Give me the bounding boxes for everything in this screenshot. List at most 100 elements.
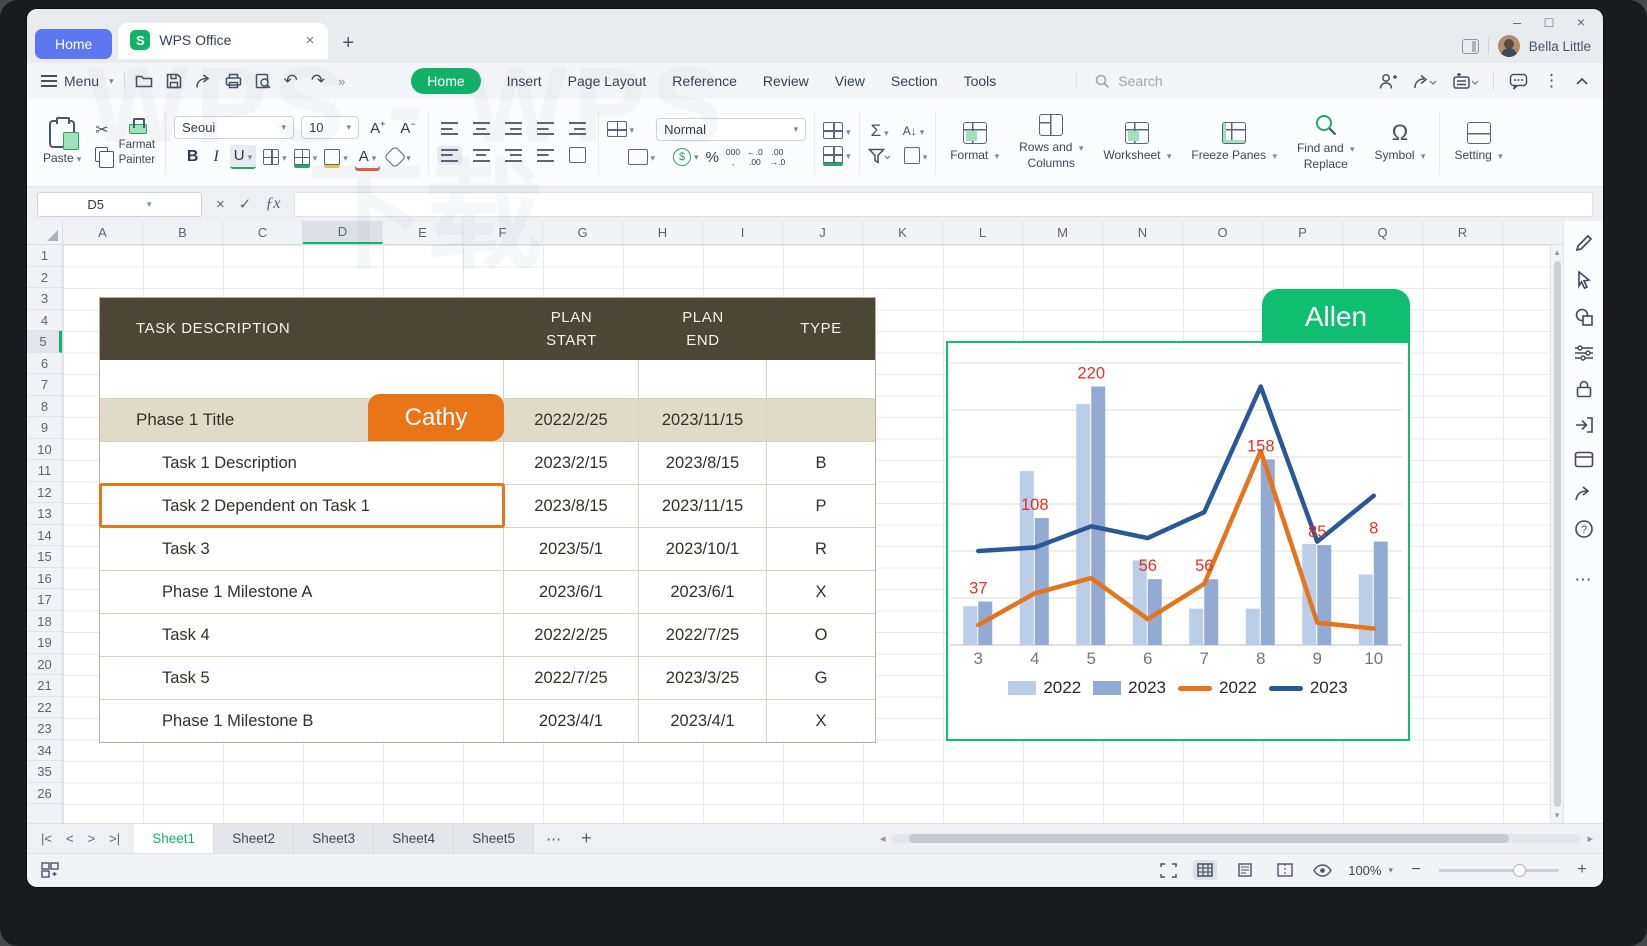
user-avatar[interactable] — [1498, 35, 1520, 57]
table-row[interactable]: Task 32023/5/12023/10/1R — [100, 527, 875, 570]
cell-plan-end[interactable]: 2022/7/25 — [639, 614, 767, 656]
more-options-icon[interactable]: ⋮ — [1543, 71, 1560, 91]
close-tab-icon[interactable]: × — [304, 32, 317, 49]
export-icon[interactable] — [195, 73, 212, 89]
help-icon[interactable]: ? — [1574, 519, 1594, 539]
merge-center-button[interactable]: ▾ — [607, 120, 635, 138]
worksheet-button[interactable]: Worksheet ▾ — [1097, 122, 1177, 164]
ribbon-tab-section[interactable]: Section — [891, 73, 938, 89]
row-header-22[interactable]: 22 — [27, 697, 62, 719]
prev-sheet-icon[interactable]: < — [66, 831, 74, 846]
adjust-sliders-icon[interactable] — [1574, 344, 1594, 362]
row-header-19[interactable]: 19 — [27, 632, 62, 654]
row-header-20[interactable]: 20 — [27, 654, 62, 676]
row-header-6[interactable]: 6 — [27, 353, 62, 375]
ribbon-tab-page-layout[interactable]: Page Layout — [568, 73, 647, 89]
align-center-button[interactable] — [469, 146, 494, 165]
formula-input[interactable] — [294, 192, 1593, 217]
column-header-Q[interactable]: Q — [1343, 221, 1423, 244]
column-header-P[interactable]: P — [1263, 221, 1343, 244]
row-header-4[interactable]: 4 — [27, 310, 62, 332]
row-header-9[interactable]: 9 — [27, 417, 62, 439]
cut-button[interactable]: ✂ — [95, 123, 108, 139]
horizontal-scrollbar[interactable]: ◂ ▸ — [880, 832, 1603, 845]
scroll-up-icon[interactable]: ▴ — [1555, 247, 1560, 258]
page-layout-view-button[interactable] — [1233, 860, 1257, 880]
ribbon-tab-reference[interactable]: Reference — [672, 73, 737, 89]
italic-button[interactable]: I — [209, 146, 222, 168]
maximize-button[interactable]: □ — [1541, 14, 1557, 30]
vertical-scrollbar[interactable]: ▴ ▾ — [1550, 245, 1563, 823]
sheet-tab-sheet2[interactable]: Sheet2 — [214, 824, 294, 853]
decrease-font-size-button[interactable]: A− — [396, 117, 419, 139]
setting-button[interactable]: Setting ▾ — [1448, 122, 1508, 164]
format-painter-button[interactable]: Farmat Painter — [117, 118, 157, 167]
cell-name-box[interactable]: D5 ▾ — [37, 192, 202, 217]
zoom-slider[interactable] — [1439, 869, 1559, 872]
column-header-J[interactable]: J — [783, 221, 863, 244]
table-row[interactable]: Phase 1 Milestone B2023/4/12023/4/1X — [100, 699, 875, 742]
column-header-F[interactable]: F — [463, 221, 543, 244]
autosum-button[interactable]: Σ▾ — [871, 121, 889, 141]
cell-type[interactable]: X — [767, 700, 875, 742]
row-header-3[interactable]: 3 — [27, 288, 62, 310]
row-header-23[interactable]: 23 — [27, 718, 62, 740]
cell-type[interactable]: G — [767, 657, 875, 699]
cell-task-description[interactable]: Task 5 — [100, 657, 504, 699]
column-header-G[interactable]: G — [543, 221, 623, 244]
zoom-in-button[interactable]: + — [1575, 861, 1589, 879]
table-row-blank[interactable] — [100, 360, 875, 398]
share-icon[interactable] — [1413, 73, 1437, 90]
align-left-button[interactable] — [437, 146, 462, 165]
edit-pen-icon[interactable] — [1574, 233, 1594, 253]
sheet-list-icon[interactable]: ⋯ — [534, 830, 575, 848]
redo-icon[interactable]: ↷ — [311, 71, 325, 91]
switch-windows-icon[interactable] — [41, 862, 59, 878]
row-header-35[interactable]: 35 — [27, 761, 62, 783]
print-preview-icon[interactable] — [255, 73, 271, 89]
align-middle-button[interactable] — [469, 119, 494, 138]
lock-icon[interactable] — [1575, 379, 1593, 399]
horizontal-scroll-thumb[interactable] — [909, 834, 1509, 843]
ribbon-tab-tools[interactable]: Tools — [964, 73, 997, 89]
cell-plan-start[interactable]: 2023/2/15 — [504, 442, 639, 484]
ribbon-tab-review[interactable]: Review — [763, 73, 809, 89]
collapse-ribbon-icon[interactable] — [1575, 77, 1589, 86]
side-panel-toggle-icon[interactable] — [1462, 39, 1479, 54]
cell-style-select[interactable]: Normal▾ — [656, 118, 806, 141]
cell-type[interactable]: B — [767, 442, 875, 484]
sidebar-more-icon[interactable]: ⋯ — [1575, 570, 1593, 590]
scroll-right-icon[interactable]: ▸ — [1587, 832, 1593, 845]
grid-canvas[interactable]: TASK DESCRIPTION PLAN START PLAN END TYP… — [63, 245, 1550, 823]
filter-button[interactable] — [868, 148, 890, 164]
column-header-I[interactable]: I — [703, 221, 783, 244]
font-name-select[interactable]: Seoui▾ — [174, 116, 294, 139]
conditional-formatting-button[interactable]: ▾ — [823, 122, 851, 140]
row-header-13[interactable]: 13 — [27, 503, 62, 525]
column-header-C[interactable]: C — [223, 221, 303, 244]
wrap-text-button[interactable] — [565, 144, 590, 166]
align-top-button[interactable] — [437, 119, 462, 138]
share-curve-icon[interactable] — [1574, 485, 1594, 502]
cancel-entry-button[interactable]: × — [216, 196, 225, 213]
undo-icon[interactable]: ↶ — [284, 71, 298, 91]
font-size-select[interactable]: 10▾ — [301, 116, 359, 139]
zoom-out-button[interactable]: − — [1409, 861, 1423, 879]
sheet-tab-sheet3[interactable]: Sheet3 — [294, 824, 374, 853]
shapes-icon[interactable] — [1574, 307, 1594, 327]
percent-format-button[interactable]: % — [706, 149, 719, 166]
column-header-R[interactable]: R — [1423, 221, 1503, 244]
cell-task-description[interactable]: Phase 1 Milestone A — [100, 571, 504, 613]
comma-format-button[interactable]: 000 , — [726, 147, 740, 167]
column-header-E[interactable]: E — [383, 221, 463, 244]
row-header-8[interactable]: 8 — [27, 396, 62, 418]
cell-type[interactable]: O — [767, 614, 875, 656]
row-header-1[interactable]: 1 — [27, 245, 62, 267]
cell-plan-start[interactable]: 2022/2/25 — [504, 614, 639, 656]
insert-function-button[interactable]: ƒx — [265, 195, 280, 213]
cell-plan-end[interactable]: 2023/10/1 — [639, 528, 767, 570]
align-bottom-button[interactable] — [501, 119, 526, 138]
scroll-left-icon[interactable]: ◂ — [880, 832, 886, 845]
currency-format-button[interactable]: $▾ — [673, 148, 699, 166]
ribbon-tab-insert[interactable]: Insert — [507, 73, 542, 89]
